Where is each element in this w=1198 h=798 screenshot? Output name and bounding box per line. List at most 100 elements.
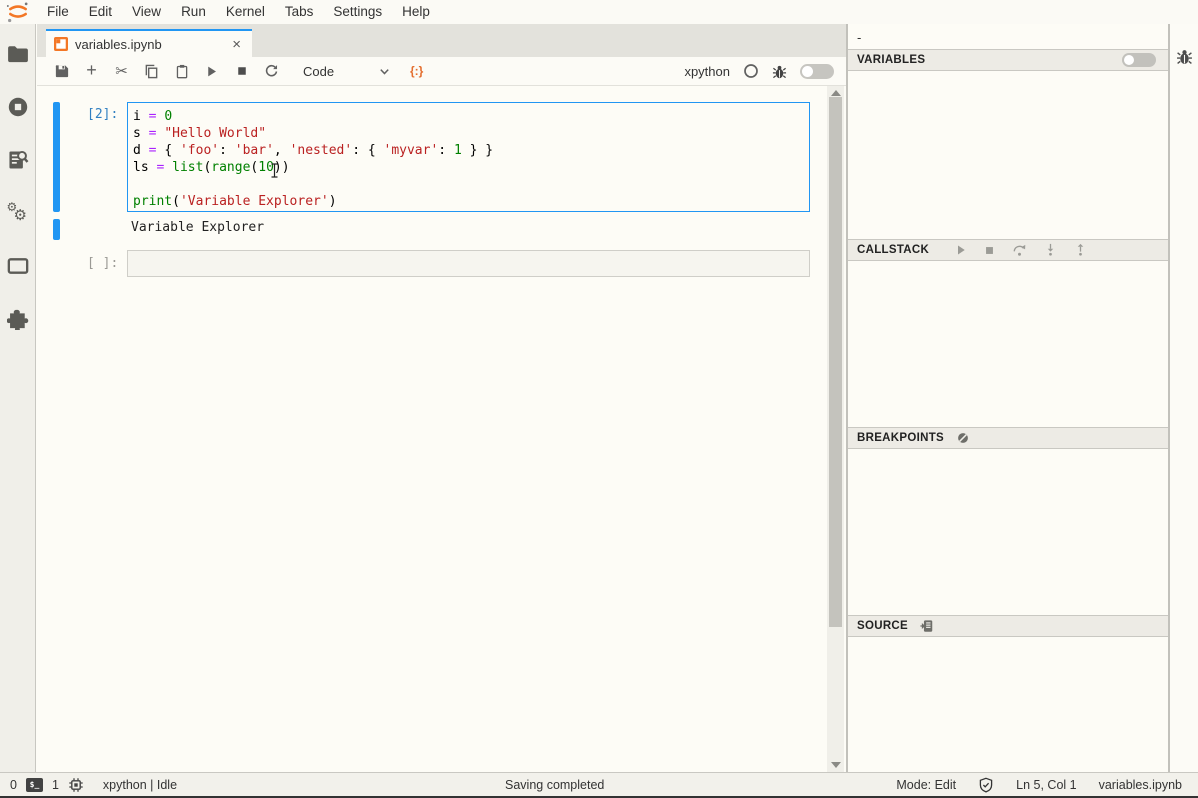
kernels-count[interactable]: 1	[52, 778, 59, 792]
cut-cells-button[interactable]: ✂	[109, 60, 134, 82]
variables-section-header[interactable]: VARIABLES	[848, 49, 1168, 71]
kernel-status-text[interactable]: xpython | Idle	[103, 778, 177, 792]
left-sidebar: ⚙⚙	[0, 24, 36, 772]
main-area: variables.ipynb × + ✂	[37, 24, 846, 772]
source-section-body	[848, 637, 1168, 772]
copy-cells-button[interactable]	[139, 60, 164, 82]
mode-indicator[interactable]: Mode: Edit	[896, 778, 956, 792]
continue-button[interactable]	[955, 244, 967, 256]
breakpoints-section-header[interactable]: BREAKPOINTS	[848, 427, 1168, 449]
toggle-knob	[1124, 55, 1134, 65]
cursor-position[interactable]: Ln 5, Col 1	[1016, 778, 1076, 792]
empty-cell-editor[interactable]	[127, 250, 810, 277]
menu-settings[interactable]: Settings	[323, 0, 392, 24]
menu-file[interactable]: File	[37, 0, 79, 24]
menu-tabs[interactable]: Tabs	[275, 0, 324, 24]
open-source-icon	[920, 619, 934, 633]
save-button[interactable]	[49, 60, 74, 82]
kernel-chip-icon	[68, 777, 84, 793]
cell-type-value: Code	[303, 64, 334, 79]
toggle-knob	[802, 66, 813, 77]
tab-close-icon[interactable]: ×	[229, 37, 244, 52]
code-editor-content: i = 0s = "Hello World"d = { 'foo': 'bar'…	[133, 108, 805, 210]
sidebar-item-inspector[interactable]	[0, 142, 36, 178]
close-all-breakpoints-button[interactable]	[956, 431, 970, 445]
code-cell-editor[interactable]: i = 0s = "Hello World"d = { 'foo': 'bar'…	[127, 102, 810, 212]
breakpoints-section-body	[848, 449, 1168, 615]
run-cell-button[interactable]	[199, 60, 224, 82]
variables-view-toggle[interactable]	[1122, 53, 1156, 67]
cell-collapser[interactable]	[53, 102, 60, 212]
sidebar-item-extension-manager[interactable]	[0, 301, 36, 337]
step-over-button[interactable]	[1012, 243, 1027, 257]
sidebar-item-file-browser[interactable]	[0, 36, 36, 72]
callstack-section-body	[848, 261, 1168, 427]
scroll-up-arrow-icon[interactable]	[831, 90, 841, 96]
mouse-cursor-ibeam	[270, 163, 279, 178]
step-out-button[interactable]	[1074, 243, 1087, 257]
right-sidebar	[1170, 24, 1198, 772]
step-out-icon	[1074, 243, 1087, 257]
sidebar-item-debugger[interactable]	[1170, 38, 1198, 74]
sidebar-item-running-kernels[interactable]	[0, 89, 36, 125]
debugger-kernel-label: -	[848, 24, 1168, 49]
step-in-icon	[1044, 243, 1057, 257]
run-icon	[205, 65, 218, 78]
execution-prompt: [2]:	[87, 107, 118, 122]
menu-edit[interactable]: Edit	[79, 0, 122, 24]
empty-prompt: [ ]:	[87, 256, 118, 271]
output-collapser[interactable]	[53, 219, 60, 240]
terminals-count[interactable]: 0	[10, 778, 17, 792]
terminal-icon: $_	[26, 778, 43, 792]
notebook-icon	[54, 37, 68, 51]
notebook-scrollbar[interactable]	[827, 86, 844, 772]
paste-icon	[175, 64, 189, 79]
menu-kernel[interactable]: Kernel	[216, 0, 275, 24]
terminate-button[interactable]	[984, 245, 995, 256]
kernel-name-button[interactable]: xpython	[684, 64, 730, 79]
open-source-button[interactable]	[920, 619, 934, 633]
bug-icon[interactable]	[772, 64, 787, 79]
sidebar-item-open-tabs[interactable]	[0, 248, 36, 284]
status-bar: 0 $_ 1 xpython | Idle Saving completed M…	[0, 772, 1198, 798]
sidebar-item-property-inspector[interactable]: ⚙⚙	[0, 195, 36, 231]
close-all-breakpoints-icon	[956, 431, 970, 445]
terminate-icon	[984, 245, 995, 256]
scroll-down-arrow-icon[interactable]	[831, 762, 841, 768]
jupyter-logo-icon	[5, 1, 31, 24]
statusbar-filename: variables.ipynb	[1099, 778, 1182, 792]
stop-circle-icon	[7, 96, 29, 118]
tab-variables-ipynb[interactable]: variables.ipynb ×	[46, 29, 252, 57]
menu-help[interactable]: Help	[392, 0, 440, 24]
shield-check-icon[interactable]	[978, 777, 994, 793]
callstack-toolbar	[955, 243, 1087, 257]
scrollbar-thumb[interactable]	[829, 97, 842, 627]
variables-title: VARIABLES	[857, 54, 925, 66]
menu-view[interactable]: View	[122, 0, 171, 24]
callstack-section-header[interactable]: CALLSTACK	[848, 239, 1168, 261]
menu-run[interactable]: Run	[171, 0, 216, 24]
window-icon	[7, 256, 29, 276]
bug-icon	[1176, 48, 1193, 65]
puzzle-icon	[7, 308, 29, 330]
paste-cells-button[interactable]	[169, 60, 194, 82]
insert-cell-button[interactable]: +	[79, 59, 104, 81]
debugger-toggle[interactable]	[800, 64, 834, 79]
source-section-header[interactable]: SOURCE	[848, 615, 1168, 637]
menu-bar: File Edit View Run Kernel Tabs Settings …	[0, 0, 1198, 24]
json-braces-icon[interactable]: {:}	[410, 64, 423, 78]
copy-icon	[144, 64, 159, 79]
step-in-button[interactable]	[1044, 243, 1057, 257]
breakpoints-title: BREAKPOINTS	[857, 432, 944, 444]
folder-icon	[7, 44, 29, 64]
save-icon	[55, 64, 69, 78]
cell-type-dropdown[interactable]: Code	[303, 64, 391, 79]
interrupt-kernel-button[interactable]	[229, 60, 254, 82]
tab-bar: variables.ipynb ×	[37, 24, 846, 57]
gears-icon: ⚙⚙	[7, 202, 29, 224]
restart-kernel-button[interactable]	[259, 60, 284, 82]
notebook-panel[interactable]: [2]: i = 0s = "Hello World"d = { 'foo': …	[37, 86, 846, 772]
stop-icon	[236, 65, 248, 77]
step-over-icon	[1012, 243, 1027, 257]
chevron-down-icon	[378, 65, 391, 78]
